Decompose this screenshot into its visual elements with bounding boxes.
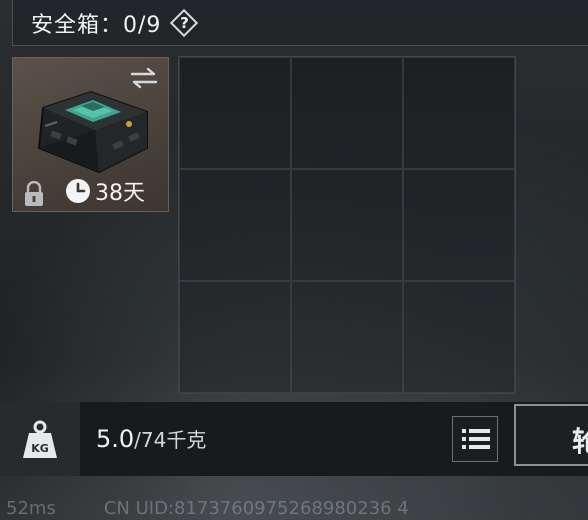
ping-text: 52ms: [6, 498, 56, 519]
grid-slot[interactable]: [403, 281, 515, 393]
grid-slot[interactable]: [179, 281, 291, 393]
grid-slot[interactable]: [403, 169, 515, 281]
transfer-button[interactable]: 轮: [514, 404, 588, 466]
lock-icon: [25, 181, 43, 206]
transfer-button-label: 轮: [572, 420, 588, 460]
secure-case-image: [37, 90, 148, 174]
secure-case-item[interactable]: 38天: [12, 57, 169, 212]
debug-footer: 52ms CN UID:8173760975268980236 4: [6, 498, 409, 519]
weight-icon-label: KG: [31, 442, 49, 455]
weight-capacity: /74千克: [134, 428, 207, 452]
weight-readout: 5.0/74千克: [96, 424, 206, 453]
list-icon: [462, 429, 490, 449]
grid-slot[interactable]: [179, 57, 291, 169]
help-button[interactable]: ?: [169, 8, 199, 38]
storage-grid: [178, 56, 516, 394]
grid-slot[interactable]: [179, 169, 291, 281]
uid-text: CN UID:8173760975268980236 4: [103, 498, 409, 519]
weight-icon-box: KG: [0, 402, 80, 476]
weight-current: 5.0: [96, 425, 135, 453]
grid-slot[interactable]: [403, 57, 515, 169]
help-icon: ?: [180, 13, 189, 32]
timer-text: 38天: [95, 181, 145, 206]
grid-slot[interactable]: [291, 57, 403, 169]
clock-icon: [66, 179, 90, 203]
grid-slot[interactable]: [291, 169, 403, 281]
safe-box-header: 安全箱：0/9 ?: [12, 0, 588, 46]
safe-box-title: 安全箱：0/9: [31, 12, 162, 38]
inventory-bottom-bar: KG 5.0/74千克 轮: [0, 402, 588, 476]
grid-slot[interactable]: [291, 281, 403, 393]
weight-icon: KG: [23, 420, 57, 458]
list-view-button[interactable]: [452, 416, 498, 462]
expiry-timer: 38天: [65, 175, 145, 207]
